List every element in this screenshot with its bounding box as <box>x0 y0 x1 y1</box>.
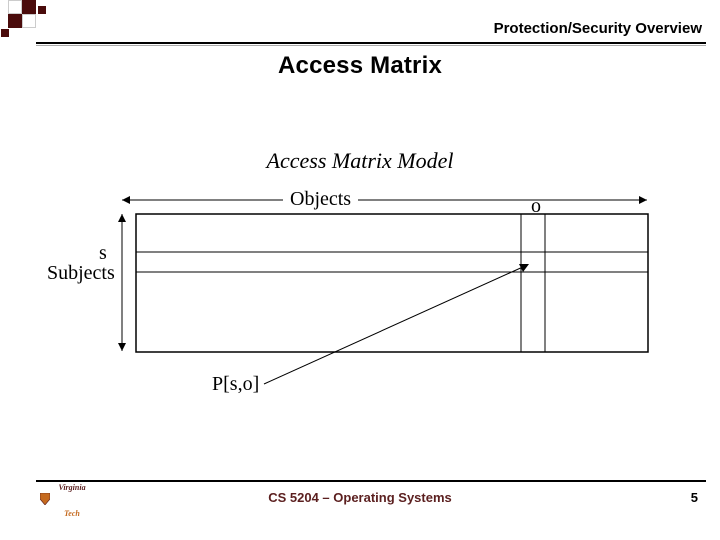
label-pso: P[s,o] <box>212 373 259 396</box>
slide-title: Access Matrix <box>0 52 720 80</box>
slide-subtitle: Access Matrix Model <box>0 148 720 174</box>
footer-divider <box>36 480 706 482</box>
footer-course: CS 5204 – Operating Systems <box>0 490 720 505</box>
label-subjects: Subjects <box>47 262 115 285</box>
breadcrumb: Protection/Security Overview <box>494 20 702 37</box>
header-divider-shadow <box>36 45 706 46</box>
label-objects: Objects <box>290 188 351 211</box>
logo-text-bottom: Tech <box>40 510 104 518</box>
label-o: o <box>531 195 541 218</box>
header-divider <box>36 42 706 44</box>
page-number: 5 <box>691 490 698 505</box>
